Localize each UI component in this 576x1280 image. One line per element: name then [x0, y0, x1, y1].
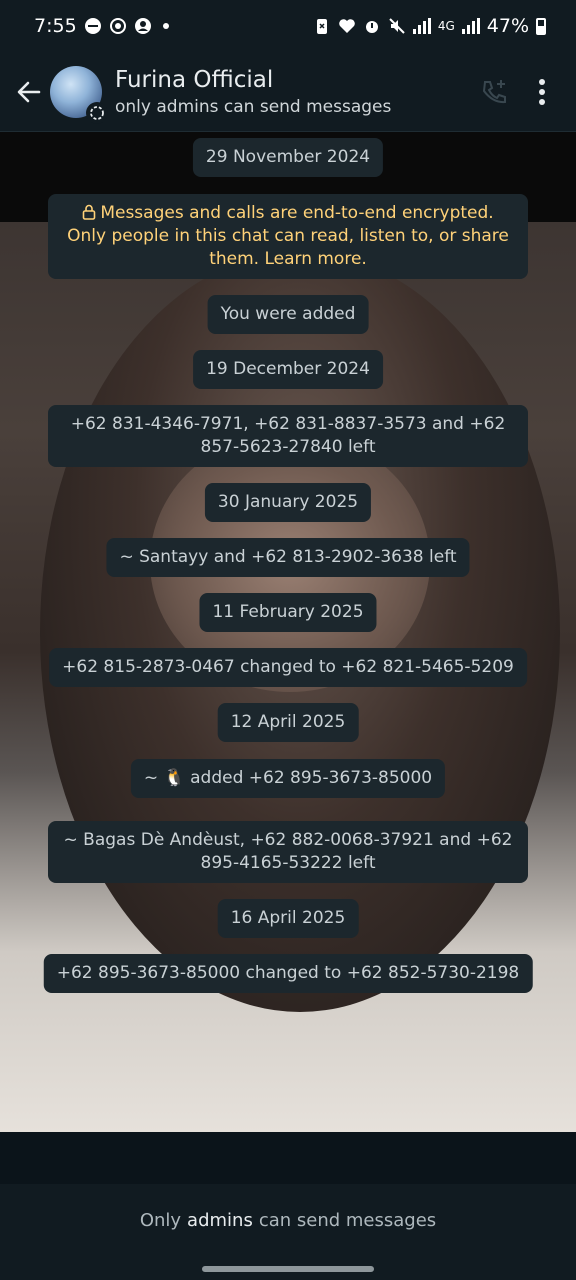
- alarm-icon: [365, 21, 378, 33]
- add-call-button[interactable]: [470, 68, 518, 116]
- chat-subtitle: only admins can send messages: [115, 96, 392, 117]
- date-divider: 16 April 2025: [217, 899, 359, 938]
- battery-saver-icon: [316, 19, 327, 34]
- home-indicator[interactable]: [202, 1266, 374, 1272]
- network-type: 4G: [437, 19, 455, 33]
- date-divider: 12 April 2025: [217, 703, 359, 742]
- chat-title: Furina Official: [115, 66, 274, 93]
- sync-icon: [109, 18, 126, 34]
- system-message: +62 815-2873-0467 changed to +62 821-546…: [49, 648, 527, 687]
- system-message: +62 895-3673-85000 changed to +62 852-57…: [43, 954, 533, 993]
- lock-icon: [83, 204, 96, 220]
- more-vert-icon: [539, 78, 545, 105]
- account-icon: [134, 18, 151, 34]
- system-message: You were added: [207, 295, 369, 334]
- system-message: ~ Bagas Dè Andèust, +62 882-0068-37921 a…: [48, 821, 528, 883]
- battery-percent: 47%: [486, 15, 529, 37]
- chat-wallpaper: 29 November 2024 Messages and calls are …: [0, 132, 576, 1132]
- add-call-icon: [482, 79, 506, 103]
- date-divider: 29 November 2024: [192, 138, 384, 177]
- signal-icon: [461, 18, 480, 34]
- signal-icon: [412, 18, 431, 34]
- composer-area: Only admins can send messages: [0, 1132, 576, 1280]
- system-message: +62 831-4346-7971, +62 831-8837-3573 and…: [48, 405, 528, 467]
- arrow-left-icon: [17, 81, 41, 102]
- date-divider: 11 February 2025: [199, 593, 377, 632]
- encryption-notice[interactable]: Messages and calls are end-to-end encryp…: [48, 194, 528, 279]
- heart-icon: [339, 19, 355, 33]
- back-button[interactable]: [4, 67, 54, 117]
- chat-info[interactable]: Furina Official only admins can send mes…: [115, 66, 470, 118]
- battery-icon: [536, 17, 546, 35]
- encryption-text: Messages and calls are end-to-end encryp…: [67, 203, 509, 269]
- date-divider: 30 January 2025: [204, 483, 372, 522]
- status-bar: 7:55 4G 47%: [0, 0, 576, 52]
- dot-icon: [162, 23, 169, 29]
- notice-prefix: Only: [139, 1210, 182, 1231]
- minus-circle-icon: [84, 18, 101, 34]
- system-message: ~ 🐧 added +62 895-3673-85000: [130, 759, 446, 798]
- status-time: 7:55: [34, 15, 77, 37]
- group-avatar[interactable]: [50, 65, 108, 124]
- system-message: ~ Santayy and +62 813-2902-3638 left: [106, 538, 470, 577]
- more-options-button[interactable]: [518, 68, 566, 116]
- mute-icon: [389, 18, 405, 34]
- chat-header: Furina Official only admins can send mes…: [0, 52, 576, 132]
- community-icon: [86, 101, 108, 124]
- date-divider: 19 December 2024: [193, 350, 383, 389]
